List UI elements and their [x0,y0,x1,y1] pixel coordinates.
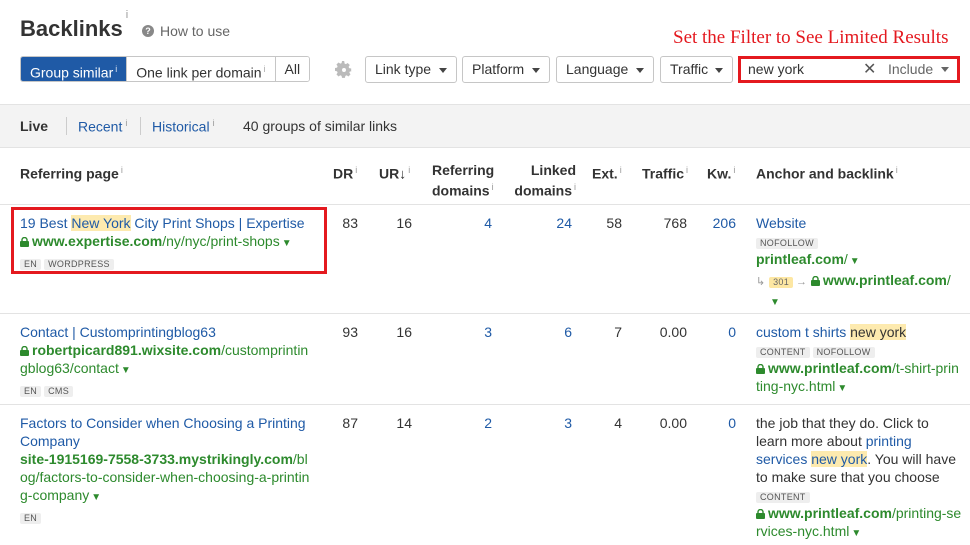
group-similar-button[interactable]: Group similar i [21,57,128,81]
ext-value: 4 [614,415,622,431]
traffic-value: 0.00 [659,415,687,431]
clear-icon[interactable]: ✕ [863,59,876,80]
traffic-value: 0.00 [659,324,687,340]
lock-icon [20,346,29,356]
caret-down-icon[interactable]: ▼ [770,297,780,308]
col-kw[interactable]: Kw. i [707,162,735,183]
redirect-code: 301 [769,277,794,288]
anchor-context: the job that they do. Click to [756,415,929,431]
ur-value: 16 [396,324,412,340]
ext-value: 7 [614,324,622,340]
col-ext[interactable]: Ext. i [592,162,622,183]
referring-page-url[interactable]: www.expertise.com/ny/nyc/print-shops ▼ [20,232,320,253]
grouping-toggle: Group similar i One link per domain i All [20,56,311,82]
kw-value[interactable]: 206 [697,214,736,232]
dr-value: 87 [342,415,358,431]
referring-page-title[interactable]: 19 Best New York City Print Shops | Expe… [20,214,320,232]
anchor-text[interactable]: custom t shirts new york [756,323,966,341]
page-title: Backlinksi [20,8,129,41]
caret-down-icon[interactable]: ▼ [837,383,847,394]
caret-down-icon[interactable]: ▼ [91,492,101,503]
col-ur[interactable]: UR↓ i [379,162,410,183]
link-type-dropdown[interactable]: Link type [365,56,457,83]
lock-icon [756,364,765,374]
language-dropdown[interactable]: Language [556,56,654,83]
content-tag: CONTENT [756,347,810,358]
ext-value: 58 [606,215,622,231]
groups-count: 40 groups of similar links [243,118,398,134]
redirect-chain: ↳ 301 → www.printleaf.com/ [756,272,951,288]
redirect-arrow-icon: ↳ [756,276,766,288]
referring-page-title[interactable]: Factors to Consider when Choosing a Prin… [20,414,320,450]
history-tabs: Live Recent i Historical i 40 groups of si… [0,104,970,148]
kw-value[interactable]: 0 [697,414,736,432]
dr-value: 83 [342,215,358,231]
annotation-text: Set the Filter to See Limited Results [673,27,949,48]
content-tag: CONTENT [756,492,810,503]
tab-live[interactable]: Live [20,118,48,134]
language-tag: EN [20,259,42,270]
col-traffic[interactable]: Traffic i [642,162,688,183]
kw-value[interactable]: 0 [697,323,736,341]
caret-down-icon [532,68,540,73]
info-icon: i [125,8,129,21]
arrow-right-icon: → [796,276,808,288]
anchor-text[interactable]: printing [866,433,912,449]
referring-page-url[interactable]: site-1915169-7558-3733.mystrikingly.com/… [20,450,320,507]
referring-page-title[interactable]: Contact | Customprintingblog63 [20,323,320,341]
how-to-use-link[interactable]: ? How to use [142,23,230,39]
caret-down-icon[interactable]: ▼ [850,256,860,267]
linked-domains-value[interactable]: 24 [520,214,572,232]
sort-down-icon: ↓ [399,165,407,182]
question-icon: ? [142,25,154,37]
language-tag: EN [20,386,42,397]
tab-recent[interactable]: Recent i [78,118,127,135]
referring-domains-value[interactable]: 2 [440,414,492,432]
caret-down-icon[interactable]: ▼ [121,365,131,376]
lock-icon [20,237,29,247]
include-dropdown[interactable]: Include [888,59,933,80]
backlink-target-url[interactable]: www.printleaf.com/t-shirt-prin ting-nyc.h… [756,359,966,398]
tab-historical[interactable]: Historical i [152,118,215,135]
caret-down-icon[interactable]: ▼ [851,528,861,539]
keyword-filter-input[interactable] [748,61,848,77]
keyword-filter: ✕ Include [738,56,960,83]
gear-icon[interactable] [335,61,353,79]
anchor-text[interactable]: Website [756,214,966,232]
nofollow-tag: NOFOLLOW [756,238,818,249]
linked-domains-value[interactable]: 6 [520,323,572,341]
platform-tag: CMS [44,386,74,397]
caret-down-icon [636,68,644,73]
nofollow-tag: NOFOLLOW [812,347,875,358]
ur-value: 16 [396,215,412,231]
col-linked-domains[interactable]: Linked domains i [500,162,576,200]
one-link-per-domain-button[interactable]: One link per domain i [127,57,276,81]
traffic-value: 768 [663,215,687,231]
col-referring-page[interactable]: Referring page i [20,162,123,183]
caret-down-icon [715,68,723,73]
traffic-dropdown[interactable]: Traffic [660,56,733,83]
ur-value: 14 [396,415,412,431]
col-anchor-backlink[interactable]: Anchor and backlink i [756,162,898,183]
referring-page-url[interactable]: robertpicard891.wixsite.com/customprinti… [20,341,320,380]
backlink-target-url[interactable]: www.printleaf.com/printing-se rvices-nyc.… [756,504,968,543]
platform-tag: WORDPRESS [44,259,114,270]
col-referring-domains[interactable]: Referring domains i [432,162,494,200]
caret-down-icon [439,68,447,73]
referring-domains-value[interactable]: 4 [440,214,492,232]
lock-icon [810,276,820,286]
backlink-target-url[interactable]: printleaf.com/▼ [756,250,966,271]
col-dr[interactable]: DR i [333,162,357,183]
caret-down-icon[interactable]: ▼ [282,238,292,249]
caret-down-icon[interactable] [941,67,949,72]
dr-value: 93 [342,324,358,340]
language-tag: EN [20,513,42,524]
all-button[interactable]: All [275,57,310,81]
platform-dropdown[interactable]: Platform [462,56,550,83]
lock-icon [756,509,765,519]
linked-domains-value[interactable]: 3 [520,414,572,432]
referring-domains-value[interactable]: 3 [440,323,492,341]
